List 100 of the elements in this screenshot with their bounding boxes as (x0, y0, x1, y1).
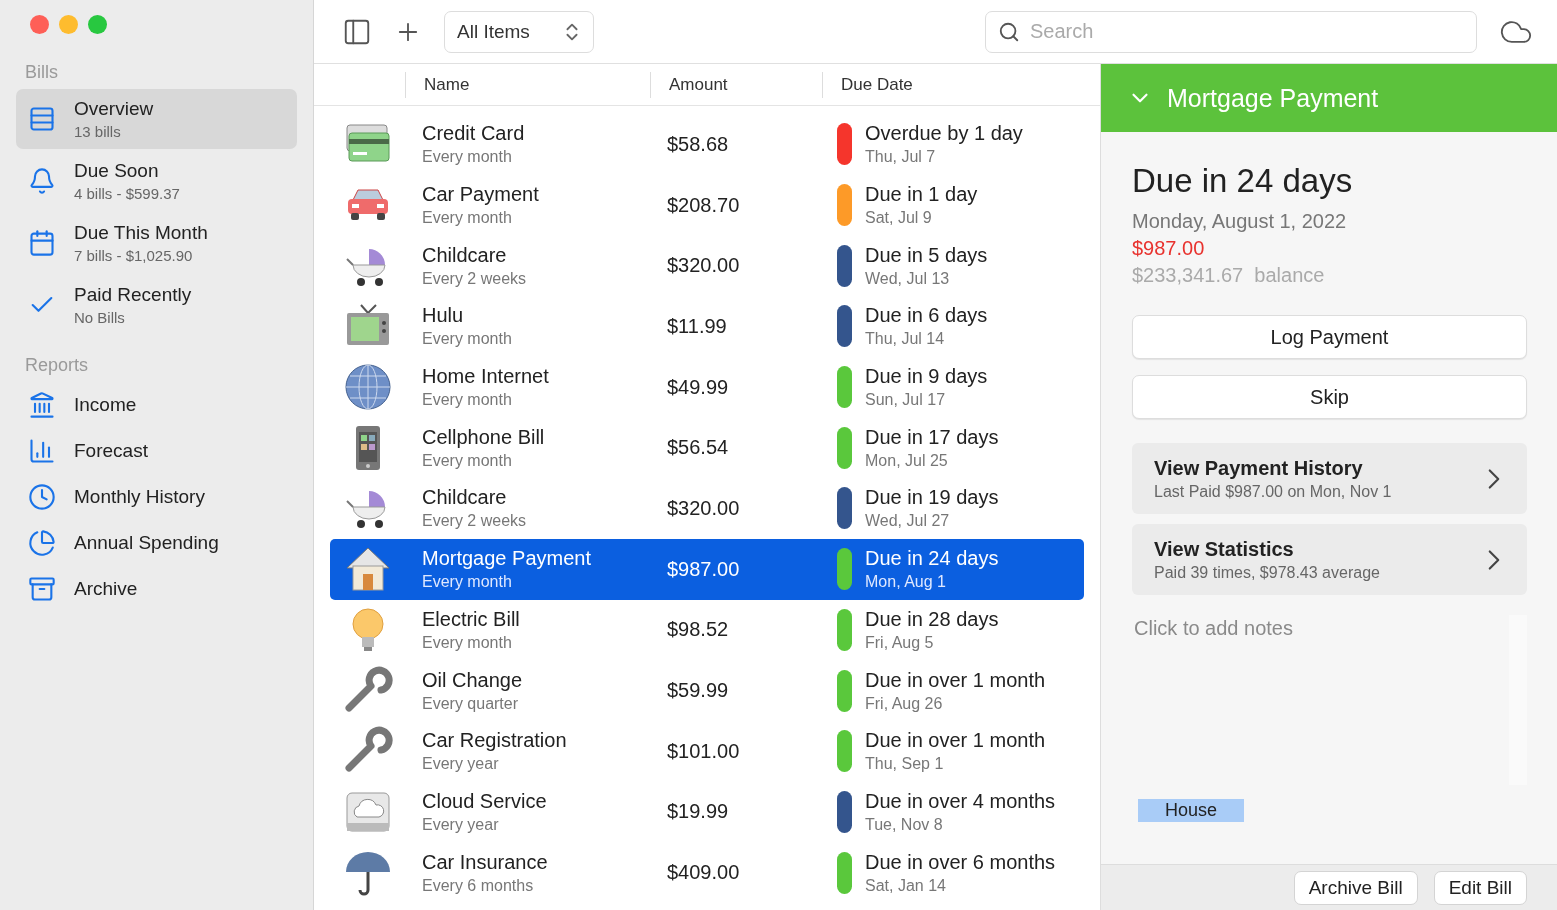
bill-amount: $101.00 (666, 739, 741, 763)
minimize-button[interactable] (59, 15, 78, 34)
item-label: Due This Month (74, 222, 208, 244)
footer-button[interactable]: Archive Bill (1293, 870, 1418, 905)
sidebar-item[interactable]: Monthly History (16, 474, 297, 520)
action-button[interactable]: Skip (1132, 375, 1527, 419)
link-detail: Last Paid $987.00 on Mon, Nov 1 (1154, 482, 1392, 501)
bill-row[interactable]: Car Registration Every year $101.00 Due in over 1 month Thu, Sep 1 (330, 720, 1084, 782)
bill-row[interactable]: Mortgage Payment Every month $987.00 Due in 24 days Mon, Aug 1 (330, 538, 1084, 600)
sidebar-item[interactable]: Due This Month 7 bills - $1,025.90 (16, 213, 297, 273)
calendar-icon (28, 229, 56, 257)
bill-row[interactable]: Car Payment Every month $208.70 Due in 1 day Sat, Jul 9 (330, 174, 1084, 236)
sidebar-item[interactable]: Due Soon 4 bills - $599.37 (16, 151, 297, 211)
due-date: Wed, Jul 27 (865, 512, 951, 531)
bill-row[interactable]: Childcare Every 2 weeks $320.00 Due in 5 days Wed, Jul 13 (330, 235, 1084, 297)
pie-icon (28, 529, 56, 557)
bill-amount: $208.70 (666, 193, 741, 217)
item-label: Paid Recently (74, 284, 192, 306)
sidebar-item[interactable]: Paid Recently No Bills (16, 275, 297, 335)
section-header: Bills (24, 62, 59, 84)
due-date: Monday, August 1, 2022 (1132, 210, 1348, 233)
due-date: Thu, Jul 14 (865, 330, 946, 349)
due-date: Thu, Jul 7 (865, 148, 937, 167)
tag[interactable]: House (1138, 799, 1245, 822)
search-icon (998, 20, 1020, 43)
bill-name: Car Payment (422, 183, 540, 207)
chart-icon (28, 437, 56, 465)
link-card[interactable]: View Statistics Paid 39 times, $978.43 average (1132, 524, 1527, 595)
bill-name: Cellphone Bill (422, 425, 546, 449)
due-date: Fri, Aug 5 (865, 633, 935, 652)
close-button[interactable] (30, 15, 49, 34)
bill-frequency: Every month (422, 451, 513, 470)
archive-icon (28, 575, 56, 603)
bill-frequency: Every month (422, 209, 513, 228)
due-status: Due in 28 days (865, 607, 999, 631)
bill-row[interactable]: Home Internet Every month $49.99 Due in 9 days Sun, Jul 17 (330, 356, 1084, 418)
link-title: View Payment History (1154, 456, 1364, 480)
filter-popup[interactable]: All Items (444, 10, 594, 53)
bank-icon (28, 391, 56, 419)
item-label: Annual Spending (74, 532, 219, 554)
bill-name: Car Insurance (422, 850, 549, 874)
bill-amount: $11.99 (666, 314, 728, 338)
bill-amount: $320.00 (666, 496, 741, 520)
item-detail: 7 bills - $1,025.90 (74, 247, 194, 264)
bill-name: Electric Bill (422, 607, 521, 631)
bill-row[interactable]: Hulu Every month $11.99 Due in 6 days Thu, Jul 14 (330, 296, 1084, 357)
bill-frequency: Every quarter (422, 694, 520, 713)
balance: $233,341.67 balance (1132, 264, 1326, 287)
bill-frequency: Every year (422, 815, 500, 834)
bill-amount: $56.54 (666, 436, 730, 460)
item-label: Archive (74, 578, 138, 600)
bill-row[interactable]: Car Insurance Every 6 months $409.00 Due in over 6 months Sat, Jan 14 (330, 842, 1084, 903)
bill-frequency: Every 2 weeks (422, 512, 528, 531)
list-icon (28, 105, 56, 133)
action-button[interactable]: Log Payment (1132, 315, 1527, 359)
section-header: Reports (24, 355, 90, 377)
due-date: Mon, Jul 25 (865, 451, 949, 470)
column-header[interactable]: Amount (650, 71, 822, 98)
due-status: Due in over 6 months (865, 850, 1056, 874)
due-status: Due in 9 days (865, 365, 988, 389)
sidebar-item[interactable]: Annual Spending (16, 520, 297, 566)
bill-name: Hulu (422, 304, 465, 328)
column-header[interactable]: Due Date (822, 71, 1085, 98)
link-title: View Statistics (1154, 537, 1295, 561)
footer-button[interactable]: Edit Bill (1433, 870, 1527, 905)
due-status: Due in over 4 months (865, 789, 1056, 813)
item-label: Overview (74, 98, 154, 120)
due-date: Tue, Nov 8 (865, 815, 944, 834)
due-status: Due in 17 days (865, 425, 999, 449)
bell-icon (28, 167, 56, 195)
sidebar-item[interactable]: Income (16, 382, 297, 428)
due-date: Sat, Jan 14 (865, 876, 947, 895)
globe-icon (342, 362, 393, 413)
search-field[interactable]: Search (985, 10, 1477, 53)
bill-name: Mortgage Payment (422, 547, 592, 571)
bill-row[interactable]: Cloud Service Every year $19.99 Due in over 4 months Tue, Nov 8 (330, 781, 1084, 843)
notes-field[interactable]: Click to add notes (1132, 615, 1527, 785)
bill-row[interactable]: Electric Bill Every month $98.52 Due in 28 days Fri, Aug 5 (330, 599, 1084, 661)
due-date: Sat, Jul 9 (865, 209, 933, 228)
bill-row[interactable]: Credit Card Every month $58.68 Overdue by 1 day Thu, Jul 7 (330, 114, 1084, 175)
bill-row[interactable]: Childcare Every 2 weeks $320.00 Due in 19 days Wed, Jul 27 (330, 478, 1084, 539)
bill-name: Childcare (422, 243, 508, 267)
zoom-button[interactable] (88, 15, 107, 34)
due-status: Due in 6 days (865, 304, 988, 328)
bill-frequency: Every 6 months (422, 876, 535, 895)
due-status: Due in over 1 month (865, 729, 1046, 753)
bill-frequency: Every month (422, 148, 513, 167)
sidebar-item[interactable]: Archive (16, 566, 297, 612)
bill-row[interactable]: Cellphone Bill Every month $56.54 Due in 17 days Mon, Jul 25 (330, 417, 1084, 479)
bill-frequency: Every month (422, 330, 513, 349)
due-status: Overdue by 1 day (865, 122, 1023, 146)
bill-row[interactable]: Oil Change Every quarter $59.99 Due in over 1 month Fri, Aug 26 (330, 660, 1084, 721)
link-card[interactable]: View Payment History Last Paid $987.00 on Mon, Nov 1 (1132, 443, 1527, 514)
column-header[interactable]: Name (405, 71, 650, 98)
bill-name: Credit Card (422, 122, 526, 146)
due-date: Sun, Jul 17 (865, 391, 947, 410)
due-date: Thu, Sep 1 (865, 755, 945, 774)
sidebar-item[interactable]: Overview 13 bills (16, 89, 297, 149)
sidebar-item[interactable]: Forecast (16, 428, 297, 474)
bill-frequency: Every month (422, 391, 513, 410)
